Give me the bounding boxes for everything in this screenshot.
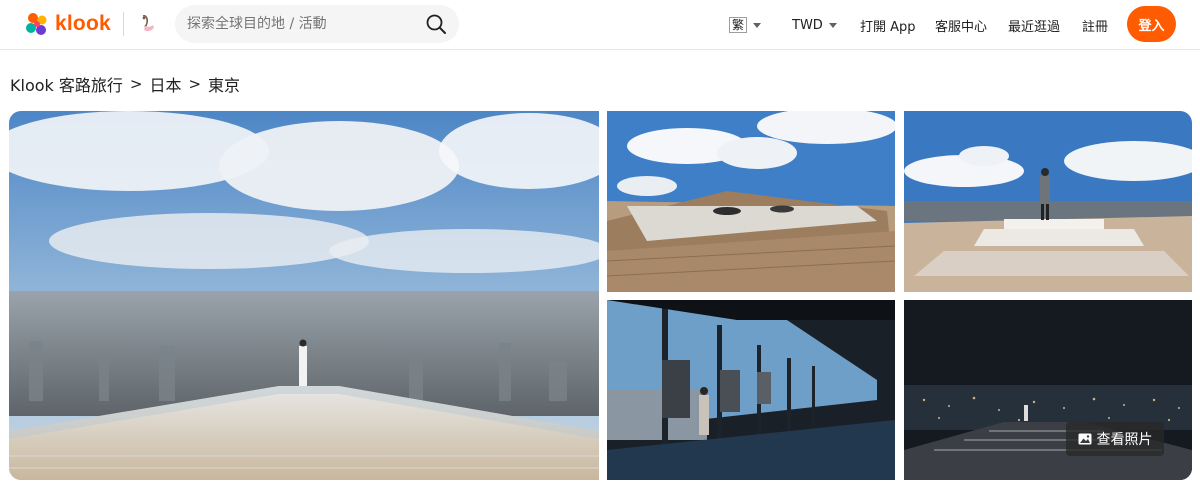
register-link[interactable]: 註冊 [1082,16,1108,35]
search-bar [175,5,459,43]
gallery-photo-3[interactable] [904,111,1192,292]
search-icon[interactable] [425,13,447,35]
partner-icon [142,15,154,32]
indoor-observatory-image [607,300,895,480]
open-app-link[interactable]: 打開 App [860,16,916,35]
breadcrumb-country[interactable]: 日本 [149,72,181,96]
currency-selector[interactable]: TWD [792,0,837,50]
recently-viewed-link[interactable]: 最近逛過 [1008,16,1060,35]
currency-label: TWD [792,17,823,33]
login-button[interactable]: 登入 [1127,6,1176,42]
language-selector[interactable]: 繁 [729,0,762,50]
chevron-down-icon [753,22,762,28]
top-header: klook 繁 TWD 打開 App 客服中心 最近逛過 註冊 登入 [0,0,1200,50]
breadcrumb-city[interactable]: 東京 [208,72,240,96]
language-label: 繁 [729,17,748,33]
rooftop-platform-image [904,111,1192,292]
view-photos-button[interactable]: 查看照片 [1066,422,1164,456]
rooftop-city-view-image [9,111,599,480]
klook-logo-icon [26,13,47,35]
gallery-photo-2[interactable] [607,111,895,292]
view-photos-label: 查看照片 [1096,432,1153,448]
search-input[interactable] [187,5,417,43]
gallery-photo-main[interactable] [9,111,599,480]
chevron-down-icon [828,22,837,28]
breadcrumb-separator: > [188,75,202,93]
gallery-photo-4[interactable] [607,300,895,480]
customer-service-link[interactable]: 客服中心 [935,16,987,35]
breadcrumb-home[interactable]: Klook 客路旅行 [10,72,123,96]
logo-text: klook [55,12,111,35]
breadcrumb-separator: > [129,75,143,93]
breadcrumb: Klook 客路旅行 > 日本 > 東京 [10,72,240,96]
klook-logo[interactable]: klook [24,11,111,37]
logo-divider [123,12,124,36]
image-icon [1078,433,1091,445]
rooftop-deck-image [607,111,895,292]
